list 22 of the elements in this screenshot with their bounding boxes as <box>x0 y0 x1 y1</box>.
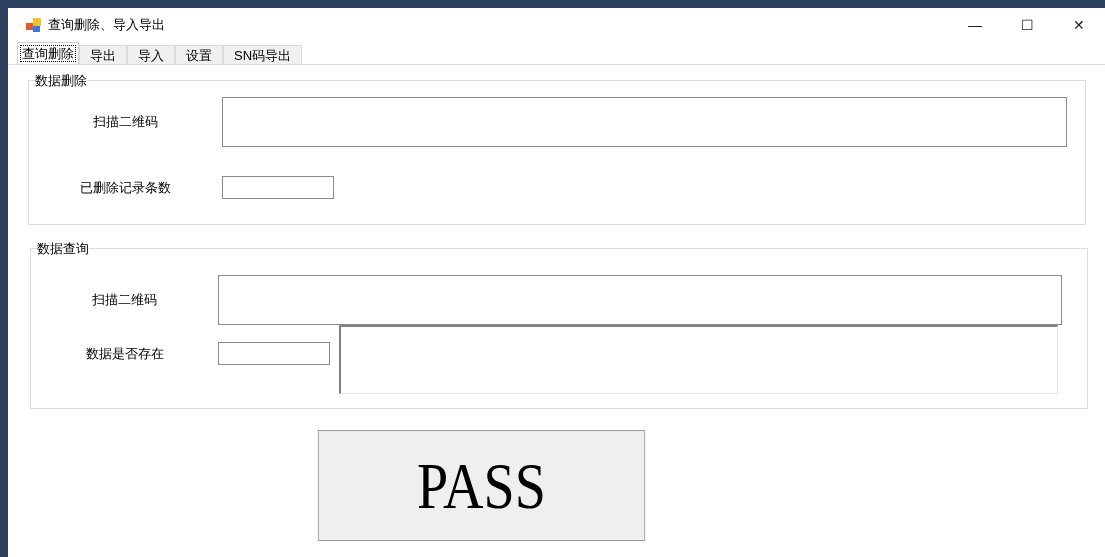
minimize-button[interactable]: — <box>949 8 1001 42</box>
tab[interactable]: 导出 <box>79 45 127 64</box>
tab[interactable]: 查询删除 <box>17 42 79 64</box>
window-title: 查询删除、导入导出 <box>48 16 165 35</box>
app-icon <box>26 17 42 33</box>
tab[interactable]: 设置 <box>175 45 223 64</box>
field-label: 扫描二维码 <box>91 291 158 309</box>
input-field[interactable] <box>222 175 334 199</box>
input-field[interactable] <box>222 96 1067 147</box>
group-title: 数据删除 <box>35 72 87 90</box>
result-button[interactable]: PASS <box>317 430 646 541</box>
maximize-button[interactable]: ☐ <box>1001 8 1053 42</box>
tab[interactable]: SN码导出 <box>223 45 303 64</box>
group-title: 数据查询 <box>37 239 89 258</box>
text-area[interactable] <box>339 325 1058 394</box>
tab[interactable]: 导入 <box>127 45 175 64</box>
input-field[interactable] <box>218 275 1062 325</box>
field-label: 扫描二维码 <box>92 112 159 131</box>
input-field[interactable] <box>218 342 330 365</box>
close-button[interactable]: ✕ <box>1053 8 1105 42</box>
field-label: 已删除记录条数 <box>79 178 172 197</box>
field-label: 数据是否存在 <box>84 345 165 363</box>
